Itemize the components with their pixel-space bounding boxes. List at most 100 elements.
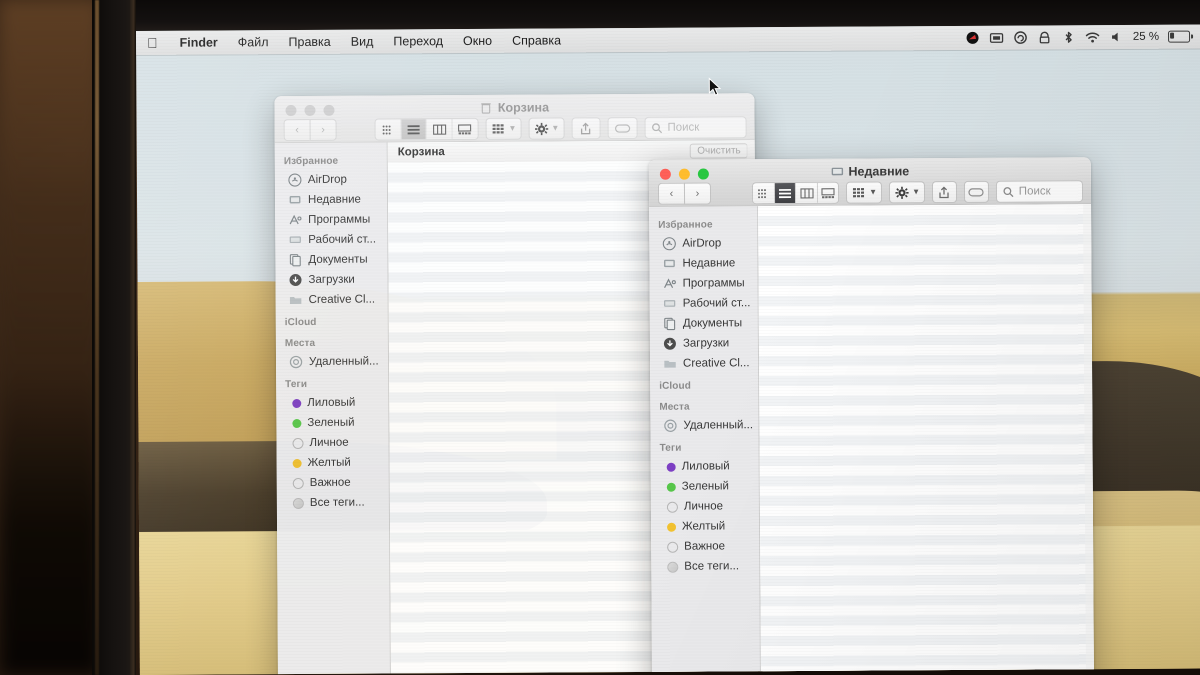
- back-button[interactable]: ‹: [283, 118, 310, 142]
- dropbox-icon[interactable]: [965, 31, 980, 45]
- sidebar-tag-purple[interactable]: Лиловый: [651, 456, 759, 477]
- window-titlebar[interactable]: Корзина ‹ › ▼ ▼ Поиск: [274, 93, 755, 144]
- laptop-bezel-inner: [130, 0, 136, 675]
- sidebar[interactable]: Избранное AirDrop Недавние Программы Раб…: [649, 206, 762, 675]
- tag-button[interactable]: [963, 180, 989, 203]
- menu-item-finder[interactable]: Finder: [170, 35, 228, 50]
- sidebar-item-desktop[interactable]: Рабочий ст...: [650, 293, 758, 314]
- sidebar-item-airdrop[interactable]: AirDrop: [275, 169, 387, 190]
- share-button[interactable]: [931, 180, 957, 204]
- sidebar-tag-personal[interactable]: Личное: [651, 496, 759, 517]
- gallery-view-button[interactable]: [452, 118, 478, 140]
- documents-icon: [288, 253, 302, 267]
- screen-mirroring-icon[interactable]: [989, 31, 1004, 45]
- sidebar-item-label: Рабочий ст...: [682, 297, 751, 310]
- search-placeholder: Поиск: [1018, 185, 1051, 198]
- sidebar-item-documents[interactable]: Документы: [275, 249, 387, 270]
- sidebar-item-recents[interactable]: Недавние: [649, 253, 757, 274]
- sidebar-section-locations: Места: [284, 337, 316, 350]
- bluetooth-icon[interactable]: [1061, 30, 1076, 44]
- window-body: Избранное AirDrop Недавние Программы Раб…: [649, 204, 1095, 675]
- sidebar-tag-important[interactable]: Важное: [651, 536, 759, 557]
- tag-dot-icon: [292, 458, 302, 468]
- menu-item-file[interactable]: Файл: [228, 35, 279, 49]
- menu-item-help[interactable]: Справка: [502, 33, 571, 47]
- battery-icon[interactable]: [1168, 30, 1191, 43]
- window-titlebar[interactable]: Недавние ‹ › ▼ ▼ Поиск: [648, 157, 1092, 207]
- sidebar-item-desktop[interactable]: Рабочий ст...: [275, 229, 387, 250]
- downloads-icon: [663, 337, 677, 351]
- sidebar-tag-green[interactable]: Зеленый: [276, 412, 388, 433]
- group-by-button[interactable]: ▼: [846, 181, 883, 204]
- sidebar-section-icloud: iCloud: [284, 316, 317, 329]
- search-input[interactable]: Поиск: [995, 180, 1084, 203]
- tag-dot-icon: [666, 462, 676, 472]
- sidebar-item-documents[interactable]: Документы: [650, 313, 758, 334]
- menu-item-edit[interactable]: Правка: [278, 35, 340, 49]
- tag-button[interactable]: [607, 116, 638, 140]
- cloud-sync-icon[interactable]: [1013, 31, 1028, 45]
- sidebar-tag-yellow[interactable]: Желтый: [651, 516, 759, 537]
- group-by-button[interactable]: ▼: [485, 117, 522, 140]
- file-list-area[interactable]: [758, 204, 1095, 675]
- tag-dot-icon: [292, 398, 302, 408]
- sidebar-tag-personal[interactable]: Личное: [276, 432, 388, 453]
- apple-logo-icon[interactable]: : [147, 35, 158, 51]
- action-gear-button[interactable]: ▼: [889, 181, 926, 204]
- column-view-button[interactable]: [796, 182, 818, 203]
- search-input[interactable]: Поиск: [644, 116, 747, 139]
- menu-item-go[interactable]: Переход: [383, 34, 453, 48]
- sidebar-item-applications[interactable]: Программы: [275, 209, 387, 230]
- chevron-down-icon: ▼: [912, 187, 921, 197]
- window-title-bar-label: Корзина: [274, 99, 754, 116]
- window-title-text: Корзина: [497, 100, 550, 115]
- sidebar-item-label: AirDrop: [682, 237, 722, 250]
- sidebar-item-remote-disc[interactable]: Удаленный...: [650, 415, 758, 436]
- wifi-icon[interactable]: [1085, 30, 1100, 44]
- sidebar-tag-purple[interactable]: Лиловый: [276, 392, 388, 413]
- finder-window-recents[interactable]: Недавние ‹ › ▼ ▼ Поиск Избранное AirDrop…: [648, 157, 1095, 675]
- navigation-segment: ‹ ›: [657, 182, 712, 205]
- column-view-button[interactable]: [426, 119, 453, 140]
- sidebar-item-label: Загрузки: [308, 273, 355, 286]
- back-button[interactable]: ‹: [657, 182, 685, 205]
- sidebar-item-label: Недавние: [307, 193, 361, 206]
- icon-view-button[interactable]: [375, 119, 402, 140]
- sidebar-item-creative-cloud[interactable]: Creative Cl...: [276, 289, 388, 310]
- recents-clock-icon: [662, 257, 676, 271]
- sidebar-item-recents[interactable]: Недавние: [275, 189, 387, 210]
- sidebar-tag-all[interactable]: Все теги...: [277, 492, 389, 513]
- menu-item-window[interactable]: Окно: [453, 34, 502, 48]
- tag-dot-icon: [667, 561, 679, 573]
- sidebar-tag-important[interactable]: Важное: [277, 472, 389, 493]
- action-gear-button[interactable]: ▼: [528, 117, 565, 140]
- sidebar-item-airdrop[interactable]: AirDrop: [649, 233, 757, 254]
- sidebar-tag-yellow[interactable]: Желтый: [277, 452, 389, 473]
- sidebar-item-remote-disc[interactable]: Удаленный...: [276, 351, 388, 372]
- sidebar[interactable]: Избранное AirDrop Недавние Программы Раб…: [274, 142, 392, 675]
- navigation-segment: ‹ ›: [283, 118, 337, 142]
- sidebar-item-downloads[interactable]: Загрузки: [650, 333, 758, 354]
- forward-button[interactable]: ›: [309, 118, 337, 141]
- sidebar-item-creative-cloud[interactable]: Creative Cl...: [650, 353, 758, 374]
- icon-view-button[interactable]: [753, 183, 775, 204]
- sidebar-item-applications[interactable]: Программы: [649, 273, 757, 294]
- chevron-down-icon: ▼: [551, 123, 560, 133]
- empty-trash-button[interactable]: Очистить: [690, 142, 748, 159]
- airdrop-icon: [288, 173, 302, 187]
- volume-icon[interactable]: [1109, 30, 1124, 44]
- sidebar-item-label: Зеленый: [307, 416, 355, 429]
- sidebar-item-downloads[interactable]: Загрузки: [275, 269, 387, 290]
- folder-icon: [289, 293, 303, 307]
- list-view-button[interactable]: [774, 182, 797, 204]
- vpn-lock-icon[interactable]: [1037, 30, 1052, 44]
- list-view-button[interactable]: [401, 119, 428, 140]
- tag-dot-icon: [667, 541, 679, 553]
- sidebar-tag-all[interactable]: Все теги...: [651, 556, 759, 577]
- forward-button[interactable]: ›: [683, 182, 712, 205]
- gallery-view-button[interactable]: [817, 182, 839, 203]
- menu-item-view[interactable]: Вид: [341, 34, 384, 49]
- sidebar-item-label: Личное: [309, 436, 349, 449]
- sidebar-tag-green[interactable]: Зеленый: [651, 476, 759, 497]
- share-button[interactable]: [571, 117, 601, 140]
